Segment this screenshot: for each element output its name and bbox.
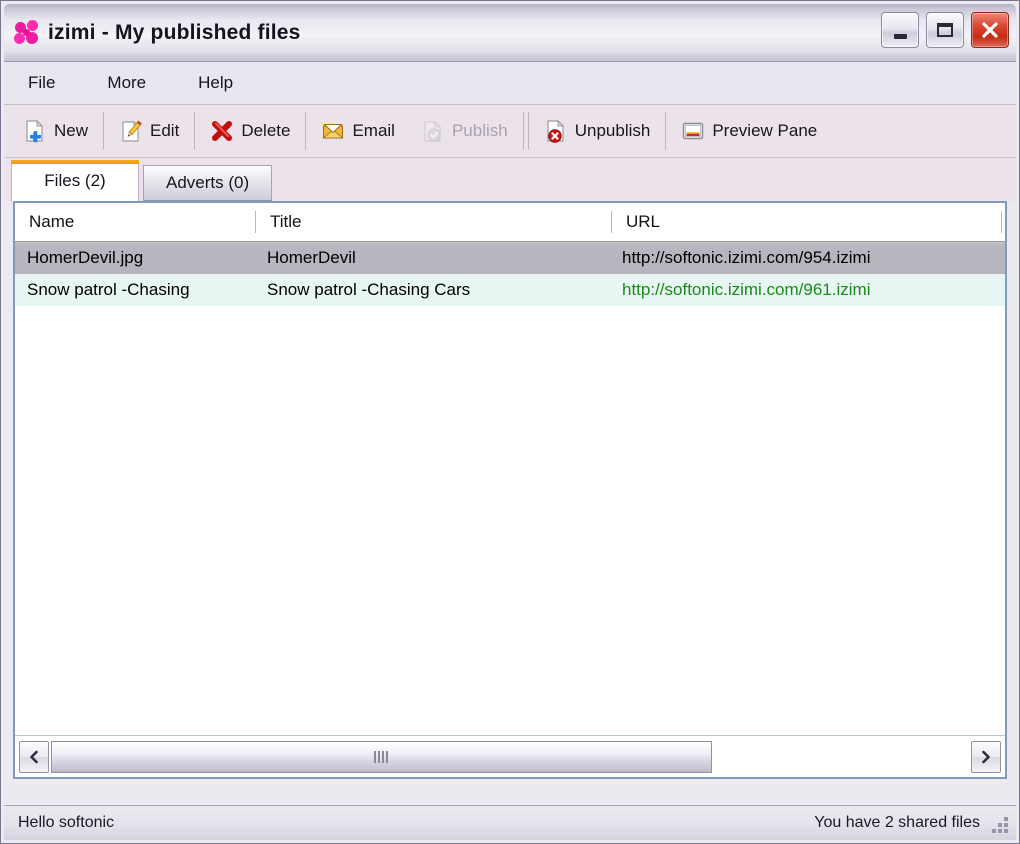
tab-files[interactable]: Files (2) bbox=[11, 160, 139, 201]
menu-item-file[interactable]: File bbox=[24, 70, 59, 96]
delete-button-label: Delete bbox=[241, 121, 291, 140]
toolbar-separator bbox=[103, 112, 105, 150]
menu-item-more[interactable]: More bbox=[103, 70, 150, 96]
publish-check-icon bbox=[421, 119, 445, 143]
preview-pane-icon bbox=[681, 119, 705, 143]
column-divider bbox=[1001, 211, 1002, 233]
cell-name: Snow patrol -Chasing bbox=[27, 280, 190, 299]
scroll-track[interactable] bbox=[51, 740, 969, 773]
scroll-left-arrow[interactable] bbox=[19, 740, 49, 773]
toolbar-separator bbox=[305, 112, 307, 150]
cell-url: http://softonic.izimi.com/954.izimi bbox=[622, 248, 871, 267]
close-icon bbox=[980, 20, 1000, 40]
delete-button[interactable]: Delete bbox=[197, 105, 303, 157]
tab-adverts[interactable]: Adverts (0) bbox=[143, 165, 273, 201]
tab-strip: Files (2) Adverts (0) bbox=[4, 158, 1016, 201]
email-button-label: Email bbox=[352, 121, 395, 140]
email-button[interactable]: Email bbox=[308, 105, 408, 157]
minimize-button[interactable] bbox=[881, 12, 919, 48]
maximize-button[interactable] bbox=[926, 12, 964, 48]
window-title: izimi - My published files bbox=[48, 20, 301, 44]
scroll-right-arrow[interactable] bbox=[971, 740, 1001, 773]
application-window: izimi - My published files File More Hel… bbox=[0, 0, 1020, 844]
toolbar-separator bbox=[522, 112, 524, 150]
column-header-title[interactable]: Title bbox=[256, 203, 611, 241]
file-list-header: Name Title URL bbox=[15, 203, 1005, 242]
status-left-text: Hello softonic bbox=[18, 814, 115, 831]
status-right-group: You have 2 shared files bbox=[814, 814, 1008, 833]
horizontal-scroll-thumb[interactable] bbox=[51, 740, 712, 773]
delete-x-icon bbox=[210, 119, 234, 143]
cell-url: http://softonic.izimi.com/961.izimi bbox=[622, 280, 871, 299]
chevron-left-icon bbox=[30, 750, 38, 763]
new-button[interactable]: New bbox=[10, 105, 101, 157]
maximize-icon bbox=[937, 23, 953, 37]
publish-button-label: Publish bbox=[451, 121, 508, 140]
edit-button[interactable]: Edit bbox=[106, 105, 192, 157]
horizontal-scrollbar[interactable] bbox=[15, 735, 1005, 777]
title-bar: izimi - My published files bbox=[4, 4, 1016, 61]
toolbar: New Edit Delete Email Publish Unpublish … bbox=[4, 104, 1016, 158]
file-list-panel: Name Title URL HomerDevil.jpg HomerDevil… bbox=[13, 201, 1007, 779]
new-document-icon bbox=[23, 119, 47, 143]
table-row[interactable]: Snow patrol -Chasing Snow patrol -Chasin… bbox=[15, 274, 1005, 306]
cell-title: HomerDevil bbox=[267, 248, 356, 267]
cell-title: Snow patrol -Chasing Cars bbox=[267, 280, 471, 299]
toolbar-separator bbox=[194, 112, 196, 150]
unpublish-button-label: Unpublish bbox=[574, 121, 651, 140]
tab-adverts-label: Adverts (0) bbox=[166, 173, 250, 192]
unpublish-button[interactable]: Unpublish bbox=[531, 105, 664, 157]
menu-item-help[interactable]: Help bbox=[194, 70, 237, 96]
status-bar: Hello softonic You have 2 shared files bbox=[4, 805, 1016, 840]
column-header-url[interactable]: URL bbox=[612, 203, 1005, 241]
edit-pencil-icon bbox=[119, 119, 143, 143]
tab-files-label: Files (2) bbox=[44, 171, 106, 190]
toolbar-separator bbox=[665, 112, 667, 150]
column-header-name[interactable]: Name bbox=[15, 203, 255, 241]
chevron-right-icon bbox=[982, 750, 990, 763]
izimi-flower-icon bbox=[14, 19, 40, 46]
unpublish-stop-icon bbox=[544, 119, 568, 143]
toolbar-separator bbox=[527, 112, 529, 150]
edit-button-label: Edit bbox=[150, 121, 180, 140]
window-control-buttons bbox=[881, 12, 1009, 48]
status-right-text: You have 2 shared files bbox=[814, 814, 980, 831]
preview-pane-button-label: Preview Pane bbox=[712, 121, 818, 140]
scroll-thumb-grip bbox=[374, 750, 389, 763]
table-row[interactable]: HomerDevil.jpg HomerDevil http://softoni… bbox=[15, 242, 1005, 274]
cell-name: HomerDevil.jpg bbox=[27, 248, 144, 267]
publish-button: Publish bbox=[408, 105, 521, 157]
new-button-label: New bbox=[54, 121, 89, 140]
resize-grip[interactable] bbox=[992, 817, 1008, 833]
close-button[interactable] bbox=[971, 12, 1009, 48]
email-envelope-icon bbox=[321, 119, 345, 143]
menu-bar: File More Help bbox=[4, 61, 1016, 104]
minimize-icon bbox=[893, 34, 907, 39]
preview-pane-button[interactable]: Preview Pane bbox=[668, 105, 830, 157]
